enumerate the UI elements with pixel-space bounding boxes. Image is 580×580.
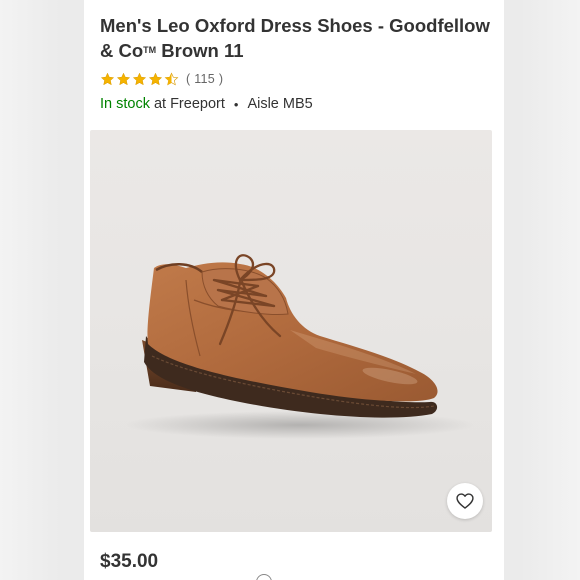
product-title: Men's Leo Oxford Dress Shoes - Goodfello…: [100, 13, 492, 63]
product-title-line1: Men's Leo Oxford Dress Shoes - Goodfello…: [100, 15, 490, 36]
star-icon: [100, 72, 115, 85]
separator-dot: •: [233, 96, 239, 112]
star-icon: [116, 72, 131, 85]
info-icon[interactable]: [256, 574, 272, 580]
store-name[interactable]: Freeport: [170, 96, 225, 112]
availability-row: In stock at Freeport • Aisle MB5: [100, 94, 313, 114]
aisle-location: Aisle MB5: [247, 96, 313, 112]
star-rating: [100, 72, 180, 87]
product-price: $35.00: [100, 551, 159, 572]
stock-status: In stock: [100, 96, 150, 112]
product-card: Men's Leo Oxford Dress Shoes - Goodfello…: [84, 0, 504, 580]
screenshot-frame: Men's Leo Oxford Dress Shoes - Goodfello…: [0, 0, 580, 580]
shoe-photo: [125, 254, 475, 439]
product-title-line2-suffix: Brown 11: [156, 40, 244, 61]
star-icon: [148, 72, 163, 85]
product-image[interactable]: [90, 130, 492, 532]
favorite-button[interactable]: [447, 483, 483, 519]
star-icon: [132, 72, 147, 85]
heart-icon: [456, 493, 474, 509]
half-star-icon: [164, 72, 179, 85]
rating-count: ( 115 ): [186, 72, 224, 86]
product-title-line2-prefix: & Co: [100, 40, 144, 61]
trademark-symbol: TM: [143, 45, 157, 55]
at-text: at: [153, 96, 167, 112]
rating-row[interactable]: ( 115 ): [100, 70, 223, 88]
